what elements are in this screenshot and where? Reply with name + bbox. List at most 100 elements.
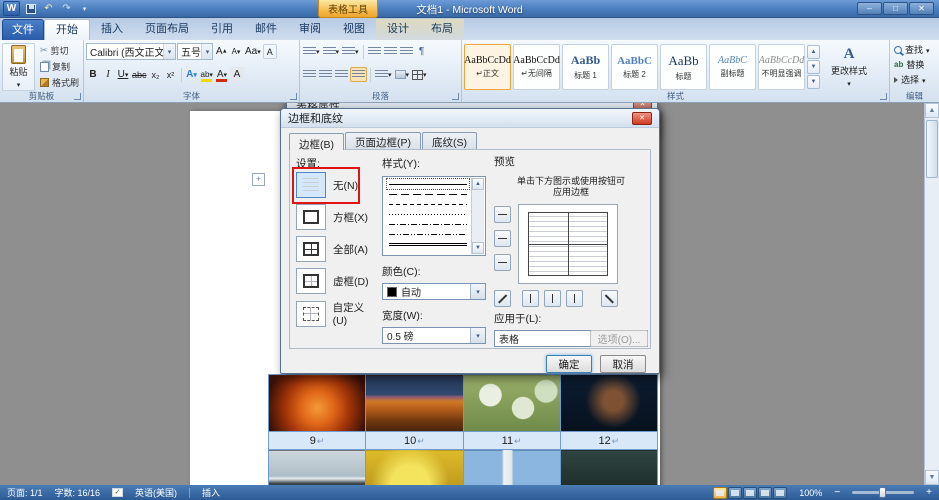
inside-vertical-border-button[interactable] xyxy=(544,290,561,307)
bottom-border-button[interactable] xyxy=(494,254,511,271)
photo-hydrangeas[interactable] xyxy=(462,374,561,432)
change-styles-button[interactable]: A 更改样式 xyxy=(822,43,876,91)
tab-review[interactable]: 审阅 xyxy=(288,19,332,40)
tab-view[interactable]: 视图 xyxy=(332,19,376,40)
table-cell-number[interactable]: 12↵ xyxy=(559,431,659,450)
inside-horizontal-border-button[interactable] xyxy=(494,230,511,247)
style-normal[interactable]: AaBbCcDd ↵正文 xyxy=(464,44,511,90)
setting-grid[interactable]: 虚框(D) xyxy=(296,268,369,294)
vertical-scrollbar[interactable] xyxy=(924,103,939,485)
line-style-option[interactable] xyxy=(386,178,470,190)
diagonal-down-border-button[interactable] xyxy=(494,290,511,307)
bold-button[interactable]: B xyxy=(86,67,100,82)
text-effects-button[interactable]: A xyxy=(185,67,199,82)
style-heading2[interactable]: AaBbC 标题 2 xyxy=(611,44,658,90)
listbox-scrollbar[interactable]: ▲ ▼ xyxy=(471,178,484,254)
line-style-option[interactable] xyxy=(387,199,469,209)
scrollbar-thumb[interactable] xyxy=(926,120,938,178)
multilevel-list-button[interactable] xyxy=(341,44,360,59)
style-subtle-emphasis[interactable]: AaBbCcDd 不明显强调 xyxy=(758,44,805,90)
align-right-button[interactable] xyxy=(334,67,349,82)
color-dropdown[interactable]: 自动 xyxy=(382,283,486,300)
superscript-button[interactable]: x² xyxy=(164,67,178,82)
change-case-button[interactable]: Aa xyxy=(244,44,262,59)
select-button[interactable]: 选择 xyxy=(892,72,937,87)
photo-lighthouse[interactable] xyxy=(462,449,561,485)
gallery-scroll-up-button[interactable]: ▲ xyxy=(807,45,820,59)
style-no-spacing[interactable]: AaBbCcDd ↵无间隔 xyxy=(513,44,560,90)
view-print-layout-button[interactable] xyxy=(713,486,728,499)
dialog-launcher-icon[interactable] xyxy=(290,93,297,100)
format-painter-button[interactable]: 格式刷 xyxy=(38,75,81,90)
setting-box[interactable]: 方框(X) xyxy=(296,204,368,230)
word-logo-icon[interactable]: W xyxy=(3,1,20,16)
clear-formatting-button[interactable]: A xyxy=(262,44,277,59)
right-border-button[interactable] xyxy=(566,290,583,307)
dialog-launcher-icon[interactable] xyxy=(74,93,81,100)
paste-button[interactable]: 粘贴 xyxy=(2,43,35,91)
shading-button[interactable] xyxy=(394,67,411,82)
style-title[interactable]: AaBb 标题 xyxy=(660,44,707,90)
photo-desert[interactable] xyxy=(365,374,464,432)
dialog-title-bar[interactable]: 边框和底纹 xyxy=(281,109,659,128)
tab-table-design[interactable]: 设计 xyxy=(376,19,420,40)
zoom-slider-thumb[interactable] xyxy=(879,487,887,498)
photo-koala[interactable] xyxy=(559,449,659,485)
view-full-screen-reading-button[interactable] xyxy=(728,486,743,499)
scroll-down-button[interactable]: ▼ xyxy=(472,242,484,254)
table-move-handle[interactable] xyxy=(252,173,265,186)
tab-page-layout[interactable]: 页面布局 xyxy=(134,19,200,40)
word-count[interactable]: 字数: 16/16 xyxy=(55,486,101,499)
maximize-button[interactable] xyxy=(883,2,908,15)
dialog-close-button[interactable] xyxy=(632,111,652,125)
show-marks-button[interactable] xyxy=(415,44,429,59)
redo-button[interactable] xyxy=(59,2,74,16)
view-outline-button[interactable] xyxy=(758,486,773,499)
style-heading1[interactable]: AaBb 标题 1 xyxy=(562,44,609,90)
language-indicator[interactable]: 英语(美国) xyxy=(135,486,177,499)
line-spacing-button[interactable] xyxy=(374,67,393,82)
grow-font-button[interactable]: A xyxy=(214,44,228,59)
view-web-layout-button[interactable] xyxy=(743,486,758,499)
preview-image[interactable] xyxy=(518,204,618,284)
decrease-indent-button[interactable] xyxy=(367,44,382,59)
table-cell-number[interactable]: 10↵ xyxy=(365,431,464,450)
tab-page-border[interactable]: 页面边框(P) xyxy=(345,132,421,149)
cut-button[interactable]: 剪切 xyxy=(38,43,81,58)
cancel-button[interactable]: 取消 xyxy=(600,355,646,373)
subscript-button[interactable]: x₂ xyxy=(149,67,163,82)
tab-file[interactable]: 文件 xyxy=(2,19,44,40)
setting-custom[interactable]: 自定义(U) xyxy=(296,300,378,327)
borders-button[interactable] xyxy=(411,67,428,82)
zoom-level[interactable]: 100% xyxy=(799,488,822,498)
line-style-option[interactable] xyxy=(387,209,469,219)
italic-button[interactable]: I xyxy=(101,67,115,82)
zoom-out-button[interactable]: − xyxy=(834,487,840,498)
close-button[interactable] xyxy=(909,2,934,15)
top-border-button[interactable] xyxy=(494,206,511,223)
table-cell-number[interactable]: 9↵ xyxy=(267,431,367,450)
contextual-tool-tab[interactable]: 表格工具 xyxy=(318,0,378,18)
proofing-icon[interactable] xyxy=(112,488,124,497)
scroll-up-button[interactable] xyxy=(925,103,939,118)
dialog-launcher-icon[interactable] xyxy=(880,93,887,100)
line-style-option[interactable] xyxy=(387,229,469,239)
qat-customize-button[interactable] xyxy=(77,2,92,16)
save-button[interactable] xyxy=(23,2,38,16)
photo-chrysanthemum[interactable] xyxy=(267,374,367,432)
align-center-button[interactable] xyxy=(318,67,333,82)
gallery-expand-button[interactable]: ▼ xyxy=(807,75,820,89)
zoom-slider[interactable] xyxy=(852,487,915,498)
ok-button[interactable]: 确定 xyxy=(546,355,592,373)
underline-button[interactable]: U xyxy=(116,67,130,82)
tab-insert[interactable]: 插入 xyxy=(90,19,134,40)
line-style-option[interactable] xyxy=(387,219,469,229)
tab-borders[interactable]: 边框(B) xyxy=(289,133,344,151)
view-draft-button[interactable] xyxy=(773,486,788,499)
left-border-button[interactable] xyxy=(522,290,539,307)
shrink-font-button[interactable]: A xyxy=(229,44,243,59)
scroll-up-button[interactable]: ▲ xyxy=(472,178,484,190)
style-subtitle[interactable]: AaBbC 副标题 xyxy=(709,44,756,90)
setting-none[interactable]: 无(N) xyxy=(292,167,360,204)
char-shading-button[interactable]: A xyxy=(229,67,244,82)
